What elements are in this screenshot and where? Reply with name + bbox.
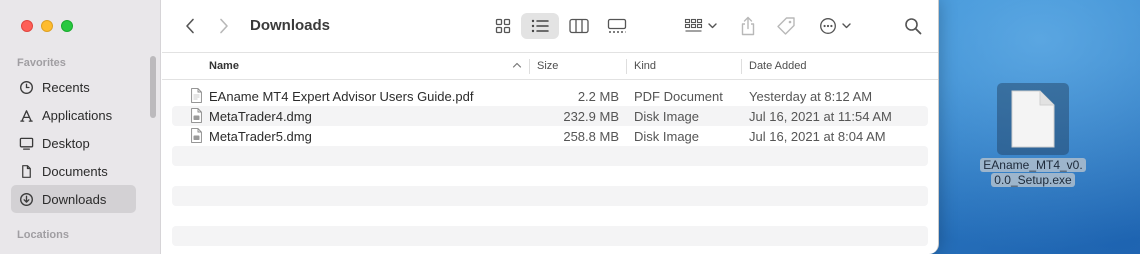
desktop-file-label[interactable]: EAname_MT4_v0. 0.0_Setup.exe	[975, 158, 1091, 188]
sidebar-item-label: Desktop	[42, 135, 90, 151]
sidebar-item-label: Applications	[42, 107, 113, 123]
file-date-added: Yesterday at 8:12 AM	[749, 89, 873, 104]
sidebar-item-downloads[interactable]: Downloads	[11, 185, 136, 213]
table-row[interactable]: MetaTrader5.dmg 258.8 MB Disk Image Jul …	[172, 126, 928, 146]
group-by-icon	[684, 18, 717, 32]
file-name: EAname MT4 Expert Advisor Users Guide.pd…	[209, 89, 474, 104]
list-view-button[interactable]	[521, 13, 559, 39]
applications-icon	[20, 109, 33, 122]
window-title: Downloads	[250, 17, 331, 34]
finder-window: Favorites Recents Applications Desktop D…	[0, 0, 939, 254]
tag-icon	[777, 17, 795, 35]
disk-image-icon	[191, 128, 202, 143]
file-date-added: Jul 16, 2021 at 8:04 AM	[749, 129, 886, 144]
zoom-button[interactable]	[61, 20, 73, 32]
forward-button[interactable]	[214, 13, 234, 39]
disk-image-icon	[191, 108, 202, 123]
sidebar-item-applications[interactable]: Applications	[11, 101, 136, 129]
sidebar-item-label: Documents	[42, 163, 108, 179]
gallery-view-button[interactable]	[601, 13, 633, 39]
column-name-header[interactable]: Name	[209, 60, 239, 72]
column-kind-header[interactable]: Kind	[634, 60, 656, 72]
toolbar: Downloads	[162, 0, 938, 53]
file-size: 232.9 MB	[563, 109, 619, 124]
file-kind: Disk Image	[634, 109, 700, 124]
file-kind: Disk Image	[634, 129, 700, 144]
gallery-icon	[607, 18, 627, 33]
empty-row	[172, 146, 928, 166]
empty-row	[172, 226, 928, 246]
grid-icon	[495, 18, 511, 34]
column-separator[interactable]	[529, 59, 530, 74]
sort-ascending-icon	[512, 57, 522, 76]
chevron-left-icon	[186, 18, 194, 34]
column-separator[interactable]	[626, 59, 627, 74]
file-size: 258.8 MB	[563, 129, 619, 144]
column-header: Name Size Kind Date Added	[162, 54, 938, 80]
download-icon	[20, 192, 33, 206]
table-row[interactable]: EAname MT4 Expert Advisor Users Guide.pd…	[172, 86, 928, 106]
file-date-added: Jul 16, 2021 at 11:54 AM	[749, 109, 892, 124]
clock-icon	[20, 80, 33, 94]
column-size-header[interactable]: Size	[537, 60, 558, 72]
share-icon	[741, 16, 755, 36]
close-button[interactable]	[21, 20, 33, 32]
window-controls	[21, 20, 73, 32]
file-size: 2.2 MB	[577, 89, 619, 104]
more-actions-icon	[820, 18, 851, 34]
document-icon	[22, 164, 31, 178]
column-separator[interactable]	[741, 59, 742, 74]
tag-button[interactable]	[774, 13, 798, 39]
icon-view-button[interactable]	[487, 13, 519, 39]
search-button[interactable]	[901, 13, 925, 39]
table-row[interactable]: MetaTrader4.dmg 232.9 MB Disk Image Jul …	[172, 106, 928, 126]
file-name: MetaTrader4.dmg	[209, 109, 312, 124]
sidebar-item-documents[interactable]: Documents	[11, 157, 136, 185]
desktop-file-label-line: EAname_MT4_v0.	[980, 158, 1086, 172]
desktop-file-icon[interactable]	[997, 83, 1069, 155]
sidebar-section-locations: Locations	[17, 229, 69, 241]
columns-icon	[569, 18, 589, 34]
file-name: MetaTrader5.dmg	[209, 129, 312, 144]
sidebar-section-favorites: Favorites	[17, 57, 66, 69]
back-button[interactable]	[180, 13, 200, 39]
list-icon	[531, 19, 549, 33]
chevron-right-icon	[220, 18, 228, 34]
pdf-file-icon	[191, 88, 202, 103]
empty-row	[172, 186, 928, 206]
sidebar-scrollbar[interactable]	[150, 56, 156, 118]
file-kind: PDF Document	[634, 89, 723, 104]
search-icon	[905, 18, 922, 35]
desktop-icon	[19, 137, 34, 150]
sidebar-item-label: Downloads	[42, 191, 107, 207]
group-by-button[interactable]	[681, 13, 721, 39]
more-actions-button[interactable]	[816, 13, 856, 39]
column-view-button[interactable]	[563, 13, 595, 39]
file-list: Name Size Kind Date Added EAname MT4 Exp…	[162, 54, 938, 254]
generic-document-icon	[1011, 90, 1055, 148]
sidebar-item-desktop[interactable]: Desktop	[11, 129, 136, 157]
minimize-button[interactable]	[41, 20, 53, 32]
sidebar: Favorites Recents Applications Desktop D…	[0, 0, 161, 254]
desktop-file-label-line: 0.0_Setup.exe	[991, 173, 1075, 187]
sidebar-item-recents[interactable]: Recents	[11, 73, 136, 101]
column-date-header[interactable]: Date Added	[749, 60, 807, 72]
share-button[interactable]	[736, 13, 760, 39]
sidebar-item-label: Recents	[42, 79, 90, 95]
